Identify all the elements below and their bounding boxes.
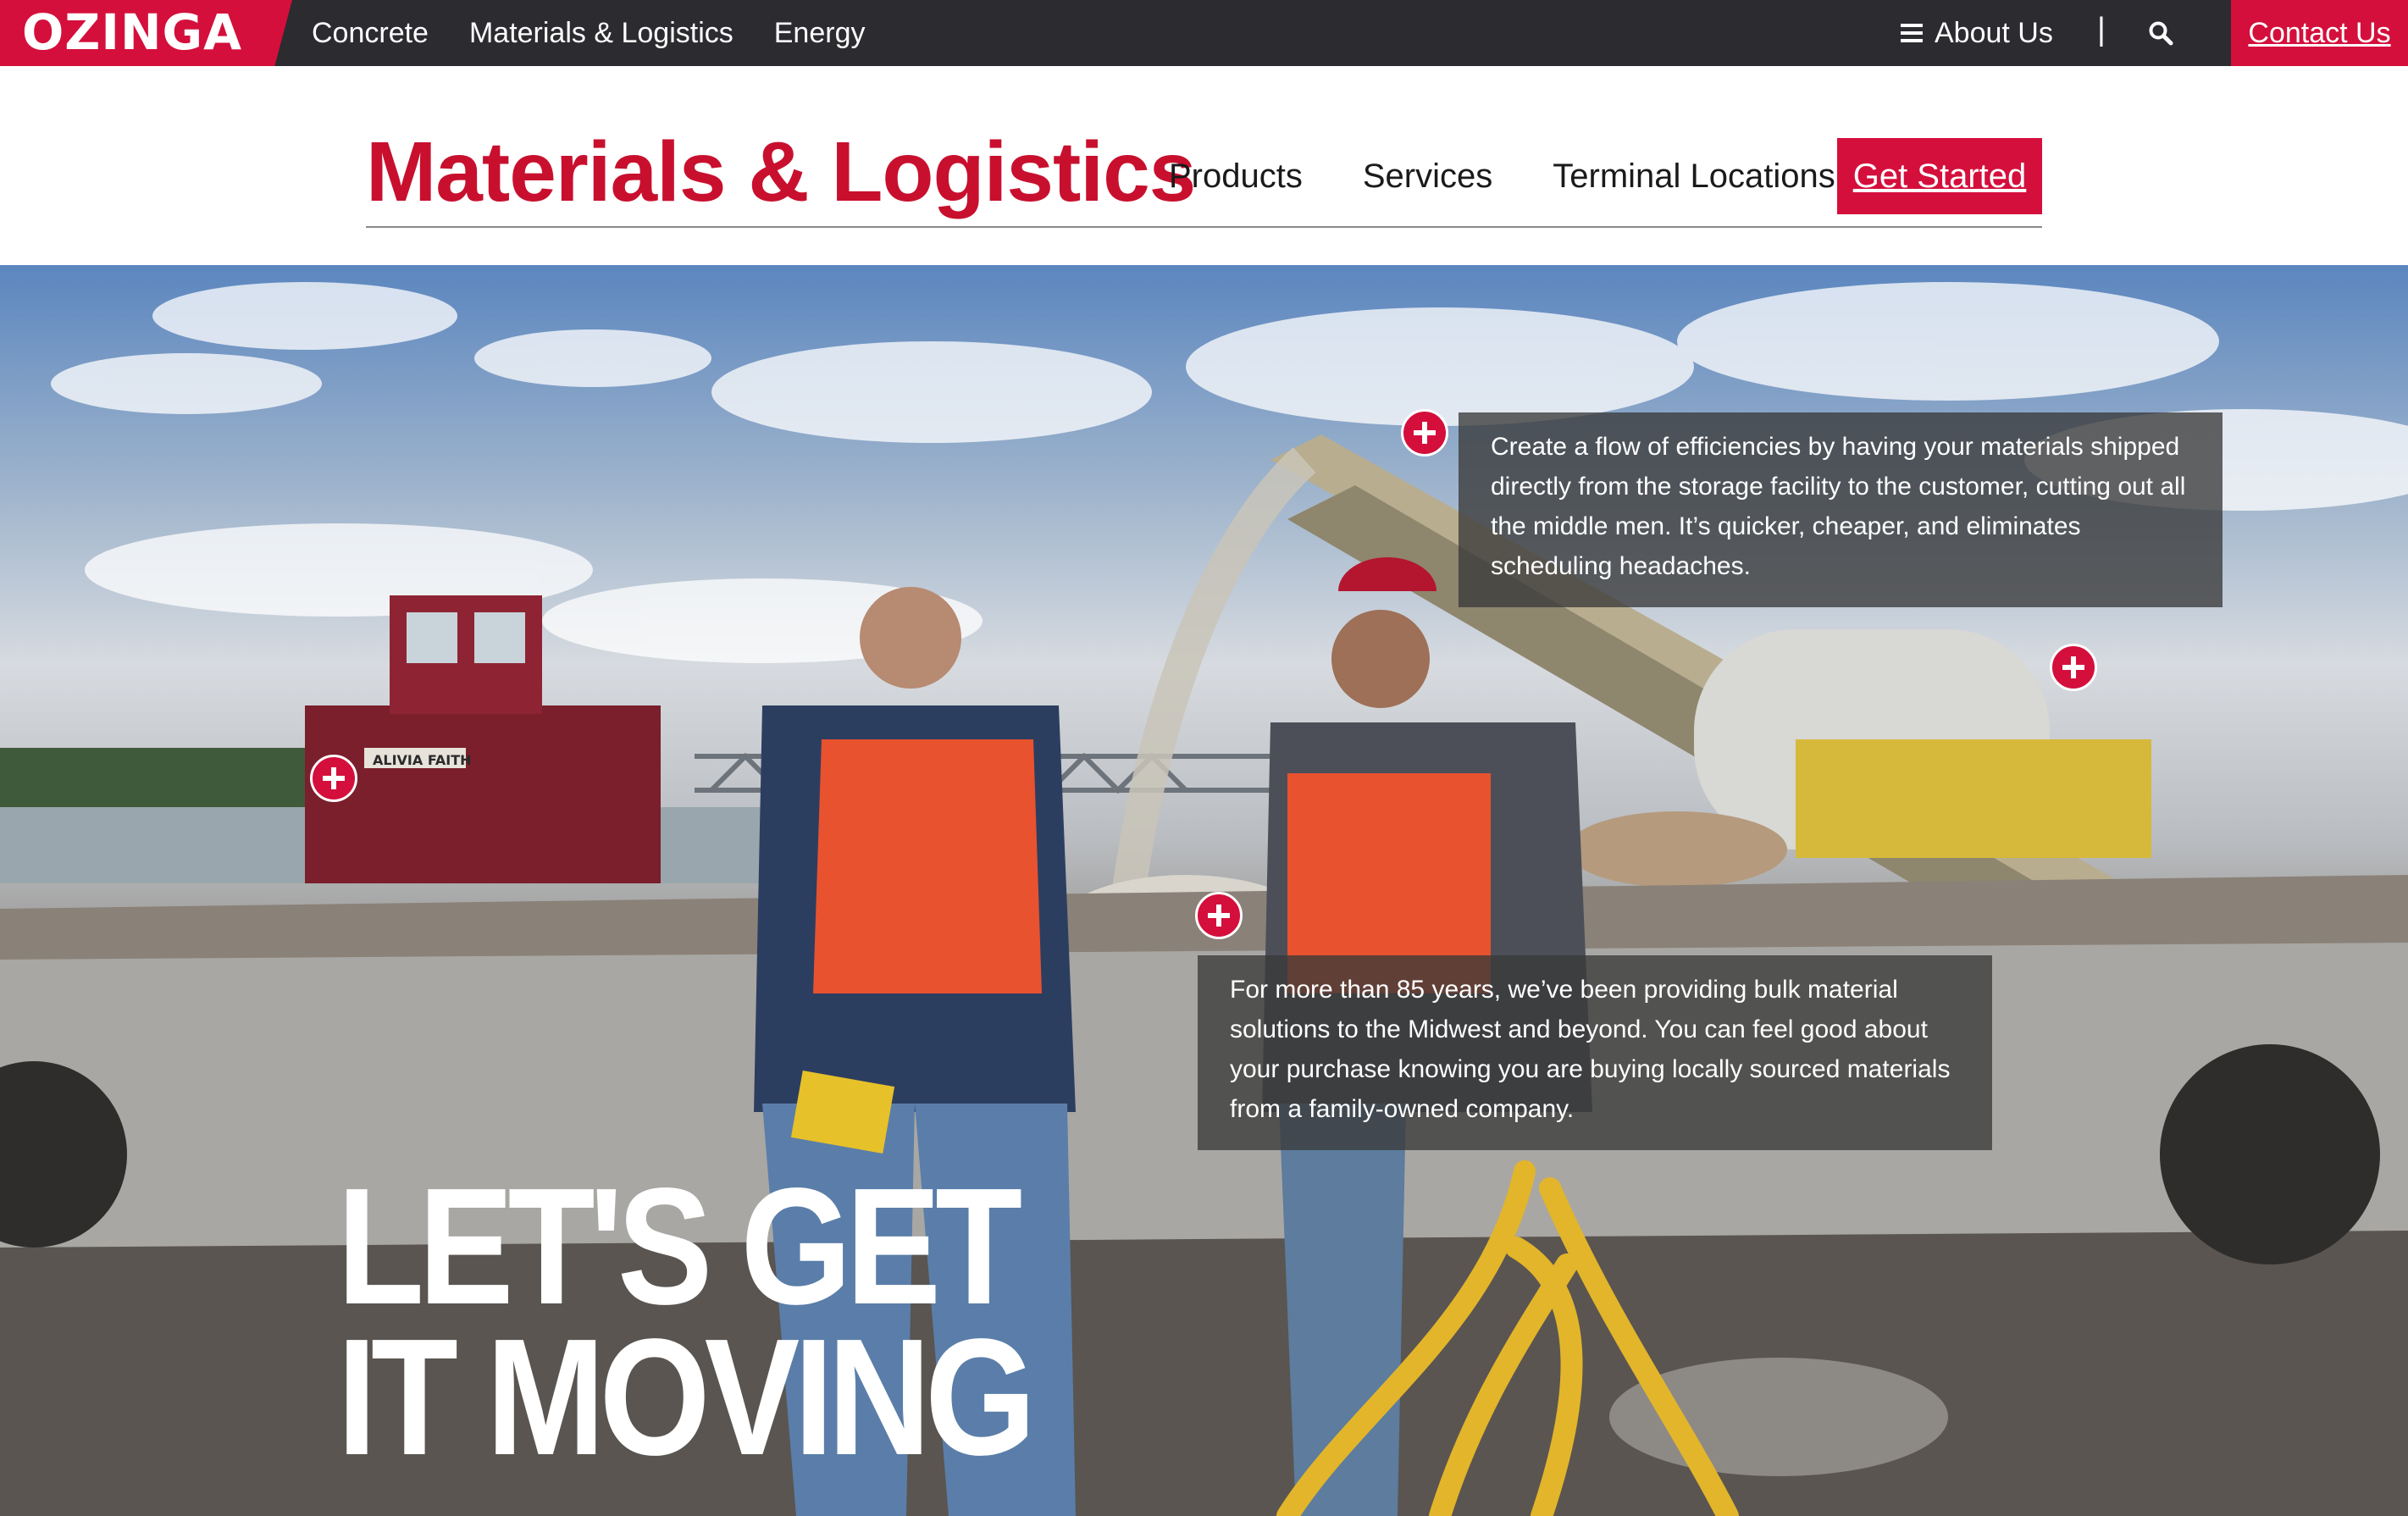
logo-text: OZINGA xyxy=(22,3,242,61)
nav-separator: | xyxy=(2097,12,2106,47)
header-divider xyxy=(366,226,2042,228)
top-bar: OZINGA Concrete Materials & Logistics En… xyxy=(0,0,2408,66)
section-nav: Products Services Terminal Locations xyxy=(1169,138,1896,214)
sand-pile xyxy=(1567,811,1787,888)
plus-icon-hotspot-tugboat[interactable] xyxy=(310,755,357,802)
about-us-menu[interactable]: About Us xyxy=(1901,0,2053,66)
get-started-button[interactable]: Get Started xyxy=(1837,138,2042,214)
section-nav-services[interactable]: Services xyxy=(1363,158,1492,196)
winch-right xyxy=(2160,1044,2380,1264)
page-title: Materials & Logistics xyxy=(366,124,1196,219)
hero-headline-line-2: IT MOVING xyxy=(337,1304,1036,1490)
hotspot-callout-history: For more than 85 years, we’ve been provi… xyxy=(1198,955,1992,1150)
plus-icon-hotspot-dome[interactable] xyxy=(2050,644,2097,691)
hotspot-callout-efficiencies: Create a flow of efficiencies by having … xyxy=(1459,412,2223,607)
about-us-label: About Us xyxy=(1935,16,2053,49)
section-nav-products[interactable]: Products xyxy=(1169,158,1303,196)
hero-headline-line-1: LET'S GET xyxy=(337,1154,1022,1339)
tree-line xyxy=(0,748,356,807)
hamburger-icon xyxy=(1901,24,1923,42)
top-nav-concrete[interactable]: Concrete xyxy=(312,17,429,50)
hero-banner: ALIVIA FAITH Create a flow of efficienci… xyxy=(0,265,2408,1516)
ozinga-logo[interactable]: OZINGA xyxy=(0,0,292,66)
top-nav: Concrete Materials & Logistics Energy xyxy=(312,0,865,66)
section-nav-terminal-locations[interactable]: Terminal Locations xyxy=(1553,158,1835,196)
hero-headline: LET'S GET IT MOVING xyxy=(337,1154,1036,1490)
search-icon[interactable] xyxy=(2148,20,2173,46)
plus-icon-hotspot-conveyor[interactable] xyxy=(1401,409,1448,456)
contact-us-button[interactable]: Contact Us xyxy=(2231,0,2408,66)
top-nav-materials-logistics[interactable]: Materials & Logistics xyxy=(469,17,733,50)
plus-icon-hotspot-aggregate[interactable] xyxy=(1195,892,1243,939)
section-header: Materials & Logistics Products Services … xyxy=(0,66,2408,265)
top-nav-energy[interactable]: Energy xyxy=(774,17,866,50)
boat-name: ALIVIA FAITH xyxy=(373,752,472,768)
